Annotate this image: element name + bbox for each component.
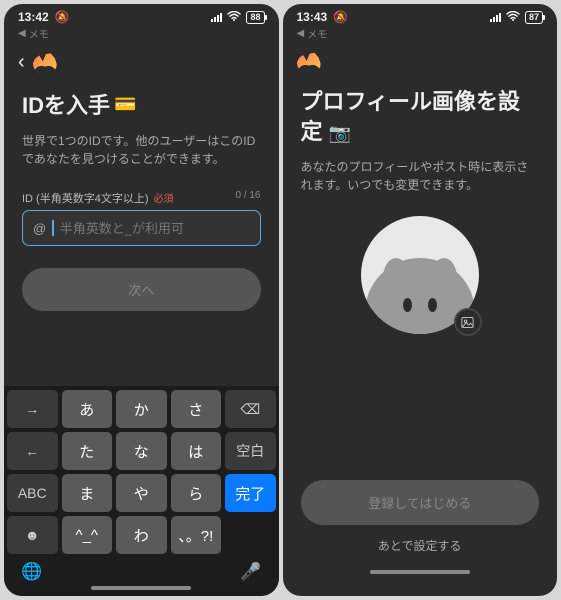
mic-icon[interactable]: 🎤 xyxy=(240,562,261,582)
later-link[interactable]: あとで設定する xyxy=(378,537,462,554)
page-description: あなたのプロフィールやポスト時に表示されます。いつでも変更できます。 xyxy=(301,158,540,194)
status-time: 13:42 xyxy=(18,10,49,24)
signal-icon xyxy=(211,13,222,22)
page-title: プロフィール画像を設 定 📷 xyxy=(301,87,540,146)
next-button[interactable]: 次へ xyxy=(22,268,261,311)
battery-indicator: 87 xyxy=(525,11,543,24)
camera-emoji-icon: 📷 xyxy=(329,123,351,143)
required-badge: 必須 xyxy=(154,190,174,205)
status-time: 13:43 xyxy=(297,10,328,24)
id-input[interactable] xyxy=(60,221,250,236)
text-cursor xyxy=(52,220,54,236)
key-arrow-right[interactable]: → xyxy=(7,390,58,428)
breadcrumb[interactable]: ◀ メモ xyxy=(4,26,279,47)
key-arrow-left[interactable]: ← xyxy=(7,432,58,470)
alarm-off-icon: 🔕 xyxy=(55,10,70,24)
navbar: ‹ xyxy=(4,47,279,84)
key-ha[interactable]: は xyxy=(171,432,222,470)
breadcrumb[interactable]: ◀ メモ xyxy=(283,26,558,47)
key-sa[interactable]: さ xyxy=(171,390,222,428)
home-indicator[interactable] xyxy=(91,586,191,590)
battery-indicator: 88 xyxy=(246,11,264,24)
register-button[interactable]: 登録してはじめる xyxy=(301,480,540,525)
chevron-left-icon: ◀ xyxy=(18,28,26,39)
key-space[interactable]: 空白 xyxy=(225,432,276,470)
screen-id-setup: 13:42 🔕 88 ◀ メモ ‹ IDを入手 💳 世界で1つのIDです。他のユ… xyxy=(4,4,279,596)
key-punct[interactable]: 、。?! xyxy=(171,516,222,554)
char-counter: 0 / 16 xyxy=(235,190,260,206)
edit-avatar-button[interactable] xyxy=(454,308,482,336)
page-title: IDを入手 💳 xyxy=(22,88,261,120)
field-label: ID (半角英数字4文字以上) xyxy=(22,190,149,206)
key-abc[interactable]: ABC xyxy=(7,474,58,512)
back-button[interactable]: ‹ xyxy=(18,51,25,74)
key-ma[interactable]: ま xyxy=(62,474,113,512)
key-ta[interactable]: た xyxy=(62,432,113,470)
wifi-icon xyxy=(227,11,241,24)
key-a[interactable]: あ xyxy=(62,390,113,428)
key-kaomoji[interactable]: ^_^ xyxy=(62,516,113,554)
at-icon: @ xyxy=(33,221,46,236)
chevron-left-icon: ◀ xyxy=(297,28,305,39)
globe-icon[interactable]: 🌐 xyxy=(21,562,42,582)
key-done[interactable]: 完了 xyxy=(225,474,276,512)
navbar xyxy=(283,47,558,83)
card-emoji-icon: 💳 xyxy=(114,94,136,115)
key-ra[interactable]: ら xyxy=(171,474,222,512)
app-logo-icon xyxy=(33,52,57,74)
key-na[interactable]: な xyxy=(116,432,167,470)
image-icon xyxy=(460,315,475,330)
key-backspace[interactable]: ⌫ xyxy=(225,390,276,428)
status-bar: 13:43 🔕 87 xyxy=(283,4,558,26)
alarm-off-icon: 🔕 xyxy=(333,10,348,24)
screen-avatar-setup: 13:43 🔕 87 ◀ メモ プロフィール画像を設 定 📷 あなたのプロフィー… xyxy=(283,4,558,596)
signal-icon xyxy=(490,13,501,22)
page-description: 世界で1つのIDです。他のユーザーはこのIDであなたを見つけることができます。 xyxy=(22,132,261,168)
key-ya[interactable]: や xyxy=(116,474,167,512)
key-ka[interactable]: か xyxy=(116,390,167,428)
app-logo-icon xyxy=(297,51,321,73)
home-indicator[interactable] xyxy=(370,570,470,574)
wifi-icon xyxy=(506,11,520,24)
id-input-wrap[interactable]: @ xyxy=(22,210,261,246)
key-emoji[interactable]: ☻ xyxy=(7,516,58,554)
key-wa[interactable]: わ xyxy=(116,516,167,554)
keyboard: → あ か さ ⌫ ← た な は 空白 ABC ま や ら 完了 ☻ ^_^ … xyxy=(4,386,279,596)
status-bar: 13:42 🔕 88 xyxy=(4,4,279,26)
